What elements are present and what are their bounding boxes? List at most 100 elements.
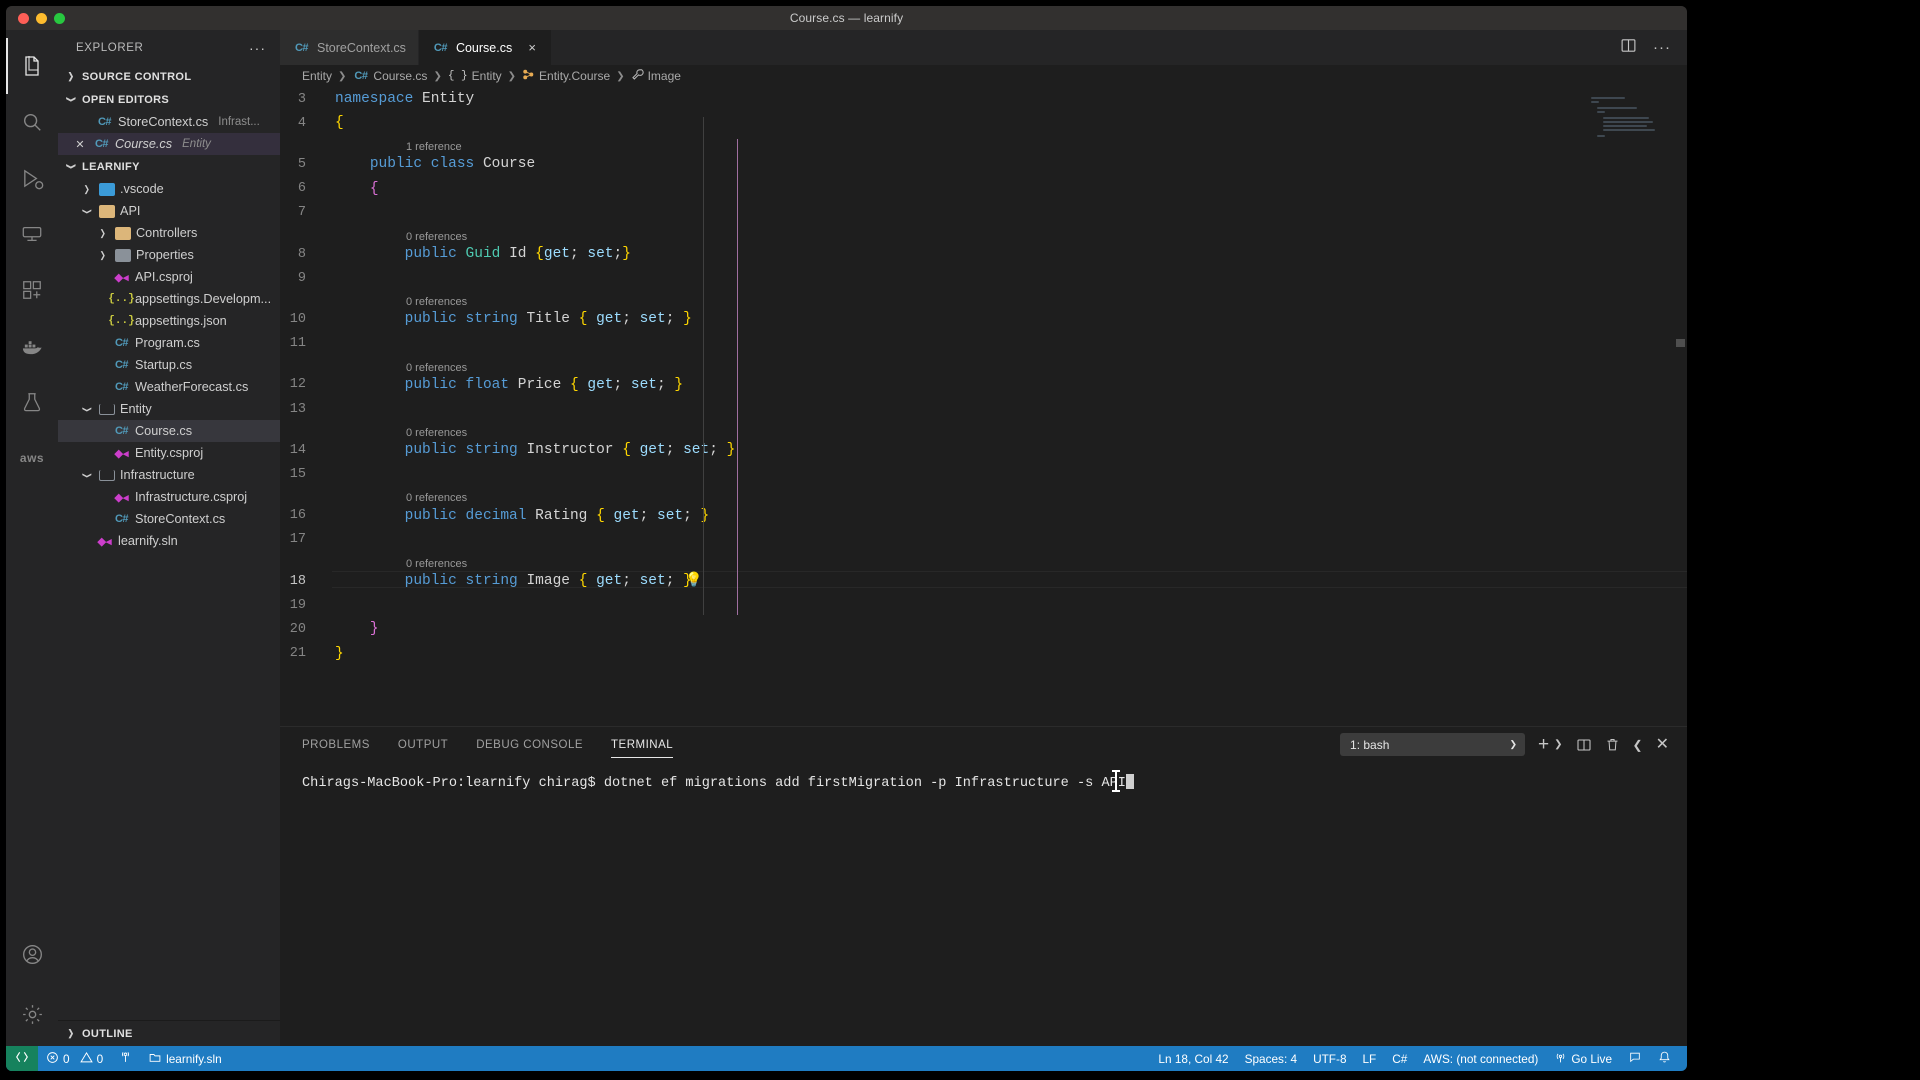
- code-line[interactable]: 12 public float Price { get; set; }: [280, 377, 1687, 394]
- tab-terminal[interactable]: TERMINAL: [611, 731, 673, 758]
- activity-explorer[interactable]: [6, 38, 58, 94]
- code-line[interactable]: 3namespace Entity: [280, 91, 1687, 108]
- code-line[interactable]: 9: [280, 270, 1687, 287]
- activity-search[interactable]: [6, 94, 58, 150]
- breadcrumb-item-entity-folder[interactable]: Entity: [302, 69, 332, 83]
- code-editor[interactable]: 3namespace Entity 4{ 1 reference5 public c…: [280, 87, 1687, 726]
- lightbulb-icon[interactable]: 💡: [685, 574, 702, 588]
- activity-extensions[interactable]: [6, 262, 58, 318]
- code-line[interactable]: 7: [280, 205, 1687, 222]
- split-editor-icon[interactable]: [1620, 37, 1637, 59]
- close-icon[interactable]: ✕: [72, 138, 88, 151]
- tree-item-course-cs[interactable]: C# Course.cs: [58, 420, 280, 442]
- close-icon[interactable]: ×: [525, 40, 539, 55]
- tree-item-storecontext-cs[interactable]: C# StoreContext.cs: [58, 508, 280, 530]
- status-radio-tower[interactable]: [111, 1046, 140, 1071]
- status-problems[interactable]: 0 0: [38, 1046, 111, 1071]
- activity-test[interactable]: [6, 374, 58, 430]
- codelens-reference[interactable]: 0 references: [280, 425, 1687, 442]
- code-line[interactable]: 15: [280, 466, 1687, 483]
- kill-terminal-button[interactable]: [1605, 737, 1620, 752]
- maximize-window-button[interactable]: [54, 13, 65, 24]
- remote-indicator-button[interactable]: [6, 1046, 38, 1071]
- activity-settings[interactable]: [6, 982, 58, 1046]
- activity-aws[interactable]: aws: [6, 430, 58, 486]
- maximize-panel-button[interactable]: ❮: [1633, 739, 1643, 751]
- tab-course-cs[interactable]: C# Course.cs ×: [419, 30, 552, 65]
- tree-item-startup-cs[interactable]: C# Startup.cs: [58, 354, 280, 376]
- activity-remote-explorer[interactable]: [6, 206, 58, 262]
- status-encoding[interactable]: UTF-8: [1305, 1046, 1354, 1071]
- tree-item-infrastructure-csproj[interactable]: ◆◂ Infrastructure.csproj: [58, 486, 280, 508]
- code-line[interactable]: 5 public class Course: [280, 156, 1687, 173]
- tab-output[interactable]: OUTPUT: [398, 731, 448, 758]
- open-editor-course[interactable]: ✕ C# Course.cs Entity: [58, 133, 280, 155]
- code-line[interactable]: 18💡 public string Image { get; set; }: [280, 573, 1687, 590]
- codelens-reference[interactable]: 1 reference: [280, 139, 1687, 156]
- tab-debug-console[interactable]: DEBUG CONSOLE: [476, 731, 583, 758]
- status-cursor-position[interactable]: Ln 18, Col 42: [1150, 1046, 1236, 1071]
- new-terminal-button[interactable]: +: [1538, 735, 1549, 754]
- tree-item-infrastructure[interactable]: Infrastructure: [58, 464, 280, 486]
- code-line[interactable]: 10 public string Title { get; set; }: [280, 311, 1687, 328]
- codelens-reference[interactable]: 0 references: [280, 294, 1687, 311]
- status-go-live[interactable]: Go Live: [1546, 1046, 1620, 1071]
- tree-item-vscode[interactable]: .vscode: [58, 178, 280, 200]
- activity-docker[interactable]: [6, 318, 58, 374]
- close-window-button[interactable]: [18, 13, 29, 24]
- code-line[interactable]: 6 {: [280, 181, 1687, 198]
- status-feedback[interactable]: [1620, 1046, 1650, 1071]
- sidebar-more-actions-button[interactable]: ···: [249, 40, 266, 56]
- tree-item-appsettings-development[interactable]: {..} appsettings.Developm...: [58, 288, 280, 310]
- breadcrumb-item-property-image[interactable]: Image: [631, 68, 681, 84]
- tree-item-weatherforecast-cs[interactable]: C# WeatherForecast.cs: [58, 376, 280, 398]
- tree-item-program-cs[interactable]: C# Program.cs: [58, 332, 280, 354]
- status-eol[interactable]: LF: [1355, 1046, 1385, 1071]
- status-language-mode[interactable]: C#: [1384, 1046, 1415, 1071]
- status-notifications[interactable]: [1650, 1046, 1679, 1071]
- breadcrumb-item-namespace-entity[interactable]: { } Entity: [448, 69, 502, 83]
- code-line[interactable]: 20 }: [280, 621, 1687, 638]
- activity-accounts[interactable]: [6, 926, 58, 982]
- code-line[interactable]: 21}: [280, 646, 1687, 663]
- code-line[interactable]: 11: [280, 336, 1687, 353]
- terminal-dropdown-button[interactable]: ❯: [1554, 740, 1562, 750]
- status-aws[interactable]: AWS: (not connected): [1415, 1046, 1546, 1071]
- tree-item-properties[interactable]: Properties: [58, 244, 280, 266]
- open-editor-storecontext[interactable]: C# StoreContext.cs Infrast...: [58, 111, 280, 133]
- tree-item-controllers[interactable]: Controllers: [58, 222, 280, 244]
- minimap[interactable]: [1591, 95, 1677, 141]
- sidebar-section-learnify[interactable]: LEARNIFY: [58, 155, 280, 178]
- sidebar-section-source-control[interactable]: SOURCE CONTROL: [58, 65, 280, 88]
- tree-item-entity[interactable]: Entity: [58, 398, 280, 420]
- tree-item-api[interactable]: API: [58, 200, 280, 222]
- tab-storecontext-cs[interactable]: C# StoreContext.cs: [280, 30, 419, 65]
- status-solution[interactable]: learnify.sln: [140, 1046, 230, 1071]
- breadcrumb-item-course-cs[interactable]: C# Course.cs: [352, 68, 427, 84]
- code-line[interactable]: 8 public Guid Id {get; set;}: [280, 246, 1687, 263]
- tab-problems[interactable]: PROBLEMS: [302, 731, 370, 758]
- close-panel-button[interactable]: ✕: [1656, 737, 1669, 753]
- tree-item-entity-csproj[interactable]: ◆◂ Entity.csproj: [58, 442, 280, 464]
- minimize-window-button[interactable]: [36, 13, 47, 24]
- sidebar-section-outline[interactable]: OUTLINE: [58, 1020, 280, 1046]
- breadcrumb-item-class-entity-course[interactable]: Entity.Course: [522, 68, 610, 84]
- terminal-body[interactable]: Chirags-MacBook-Pro:learnify chirag$ dot…: [280, 762, 1687, 1046]
- terminal-selector-dropdown[interactable]: 1: bash ❯: [1340, 733, 1525, 756]
- code-line[interactable]: 13: [280, 401, 1687, 418]
- codelens-reference[interactable]: 0 references: [280, 360, 1687, 377]
- code-line[interactable]: 16 public decimal Rating { get; set; }: [280, 508, 1687, 525]
- editor-more-actions-button[interactable]: ···: [1653, 39, 1671, 56]
- code-surface[interactable]: 3namespace Entity 4{ 1 reference5 public c…: [280, 87, 1687, 726]
- code-line[interactable]: 17: [280, 532, 1687, 549]
- code-line[interactable]: 19: [280, 597, 1687, 614]
- tree-item-api-csproj[interactable]: ◆◂ API.csproj: [58, 266, 280, 288]
- codelens-reference[interactable]: 0 references: [280, 229, 1687, 246]
- status-indentation[interactable]: Spaces: 4: [1237, 1046, 1305, 1071]
- split-terminal-button[interactable]: [1576, 737, 1592, 753]
- activity-run-debug[interactable]: [6, 150, 58, 206]
- codelens-reference[interactable]: 0 references: [280, 491, 1687, 508]
- tree-item-learnify-sln[interactable]: ◆◂ learnify.sln: [58, 530, 280, 552]
- window-controls[interactable]: [18, 6, 65, 30]
- code-line[interactable]: 4{: [280, 115, 1687, 132]
